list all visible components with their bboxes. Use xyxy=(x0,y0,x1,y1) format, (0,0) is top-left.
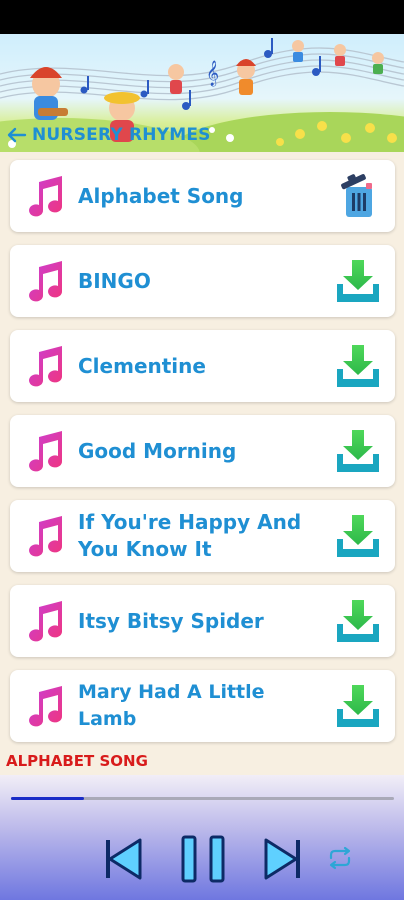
progress-fill xyxy=(11,797,84,800)
song-item[interactable]: Mary Had A Little Lamb xyxy=(10,670,395,742)
download-icon[interactable] xyxy=(335,428,381,474)
page-title: NURSERY RHYMES xyxy=(32,125,211,145)
song-title: BINGO xyxy=(78,268,151,293)
svg-text:𝄞: 𝄞 xyxy=(206,60,219,86)
song-item[interactable]: Clementine xyxy=(10,330,395,402)
music-note-icon xyxy=(29,176,63,217)
song-item[interactable]: BINGO xyxy=(10,245,395,317)
music-note-icon xyxy=(29,431,63,472)
back-arrow-icon[interactable] xyxy=(4,122,30,148)
song-title: If You're Happy And You Know It xyxy=(78,510,302,561)
song-item[interactable]: Alphabet Song xyxy=(10,160,395,232)
music-note-icon xyxy=(29,516,63,557)
download-icon[interactable] xyxy=(335,513,381,559)
song-title: Good Morning xyxy=(78,438,237,463)
previous-icon[interactable] xyxy=(104,836,144,882)
song-title: Itsy Bitsy Spider xyxy=(78,608,264,633)
trash-icon[interactable] xyxy=(335,173,381,219)
song-item[interactable]: If You're Happy And You Know It xyxy=(10,500,395,572)
song-item[interactable]: Good Morning xyxy=(10,415,395,487)
download-icon[interactable] xyxy=(335,343,381,389)
song-item[interactable]: Itsy Bitsy Spider xyxy=(10,585,395,657)
music-note-icon xyxy=(29,601,63,642)
music-note-icon xyxy=(29,686,63,727)
pause-icon[interactable] xyxy=(180,834,226,884)
song-title: Alphabet Song xyxy=(78,183,244,208)
status-bar xyxy=(0,0,404,34)
next-icon[interactable] xyxy=(262,836,302,882)
music-note-icon xyxy=(29,346,63,387)
download-icon[interactable] xyxy=(335,683,381,729)
music-note-icon xyxy=(29,261,63,302)
progress-bar[interactable] xyxy=(11,797,394,800)
title-bar: NURSERY RHYMES xyxy=(0,120,404,150)
download-icon[interactable] xyxy=(335,598,381,644)
download-icon[interactable] xyxy=(335,258,381,304)
repeat-icon[interactable] xyxy=(326,846,354,870)
now-playing-title: ALPHABET SONG xyxy=(6,752,148,770)
song-title: Clementine xyxy=(78,353,206,378)
song-title: Mary Had A Little Lamb xyxy=(78,681,265,730)
